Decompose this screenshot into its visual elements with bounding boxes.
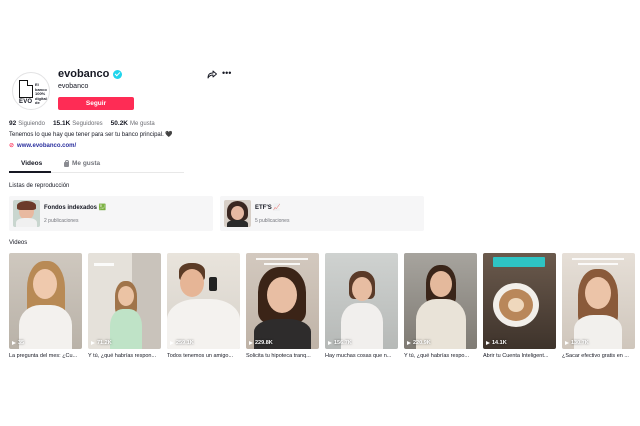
video-views: 156.7K [328,340,352,346]
video-views: 130.7K [565,340,589,346]
play-icon [249,341,253,345]
video-views: 71.2K [91,340,112,346]
videos-title: Videos [9,240,28,246]
profile-link[interactable]: ⊘ www.evobanco.com/ [9,142,76,150]
video-thumbnail: 220.9K [404,253,477,349]
tab-videos[interactable]: Videos [21,160,42,167]
video-thumbnail: 259.1K [167,253,240,349]
video-thumbnail: 71.2K [88,253,161,349]
play-icon [170,341,174,345]
video-card[interactable]: 71.2K Y tú, ¿qué habrías respon... [88,253,161,359]
stat-value: 50.2K [110,120,129,127]
avatar-logo-text: EVO [19,99,33,105]
profile-bio: Tenemos lo que hay que tener para ser tu… [9,132,173,138]
video-card[interactable]: 130.7K ¿Sacar efectivo gratis en ... [562,253,635,359]
profile-nickname: evobanco [58,83,89,90]
stat-label: Siguiendo [18,121,45,127]
play-icon [91,341,95,345]
tab-me-gusta[interactable]: Me gusta [64,159,101,167]
link-icon: ⊘ [9,143,15,149]
video-views: 259.1K [170,340,194,346]
playlist-title: Fondos indexados 💹 [44,205,107,211]
video-card[interactable]: 220.9K Y tú, ¿qué habrías respo... [404,253,477,359]
video-thumbnail: 156.7K [325,253,398,349]
video-views: 220.9K [407,340,431,346]
video-thumbnail: 229.8K [246,253,319,349]
stat-value: 15.1K [52,120,71,127]
more-dots-icon[interactable]: ••• [222,69,234,79]
play-icon [12,341,16,345]
video-thumbnail: 130.7K [562,253,635,349]
avatar-logo-side-text: El banco 100% digital de [35,82,47,105]
video-card[interactable]: 156.7K Hay muchas cosas que n... [325,253,398,359]
video-caption: Todos tenemos un amigo... [167,353,234,359]
video-card[interactable]: 35 La pregunta del mes: ¿Cu... [9,253,82,359]
username-row: evobanco [58,68,123,80]
lock-icon [64,159,70,167]
stat-label: Me gusta [130,121,155,127]
play-icon [486,341,490,345]
video-thumbnail: 35 [9,253,82,349]
stat-label: Seguidores [72,121,103,127]
video-caption: La pregunta del mes: ¿Cu... [9,353,78,359]
tab-label: Videos [21,160,43,167]
video-caption: Solicita tu hipoteca tranq... [246,353,311,359]
play-icon [328,341,332,345]
video-card[interactable]: 259.1K Todos tenemos un amigo... [167,253,240,359]
video-caption: Hay muchas cosas que n... [325,353,392,359]
play-icon [407,341,411,345]
playlist-card[interactable]: Fondos indexados 💹 2 publicaciones [9,196,213,231]
share-arrow-icon[interactable] [207,70,217,79]
playlists-title: Listas de reproducción [9,183,70,189]
video-caption: ¿Sacar efectivo gratis en ... [562,353,629,359]
profile-header: EVO El banco 100% digital de evobanco ev… [8,68,628,110]
video-views: 35 [12,340,24,346]
video-caption: Y tú, ¿qué habrías respo... [404,353,470,359]
stat-value: 92 [9,120,17,127]
video-caption: Abrir tu Cuenta Inteligent... [483,353,549,359]
playlist-thumbnail [13,200,40,227]
avatar[interactable]: EVO El banco 100% digital de [12,72,50,110]
tab-active-indicator [9,171,51,173]
play-icon [565,341,569,345]
verified-check-icon [113,69,123,79]
video-caption: Y tú, ¿qué habrías respon... [88,353,157,359]
evo-logo-mark [19,80,33,98]
stat-likes: 50.2K Me gusta [111,120,155,127]
follow-button[interactable]: Seguir [58,97,134,110]
playlist-title: ETF'S 📈 [255,205,281,211]
tab-label: Me gusta [72,160,101,167]
profile-tabs: Videos Me gusta [9,158,184,173]
playlist-card[interactable]: ETF'S 📈 5 publicaciones [220,196,424,231]
profile-link-text[interactable]: www.evobanco.com/ [17,143,76,149]
playlist-count: 2 publicaciones [44,218,79,224]
video-views: 229.8K [249,340,273,346]
stat-followers[interactable]: 15.1K Seguidores [53,120,103,127]
profile-username: evobanco [58,68,110,80]
stat-following[interactable]: 92 Siguiendo [9,120,45,127]
video-card[interactable]: 14.1K Abrir tu Cuenta Inteligent... [483,253,556,359]
playlist-thumbnail [224,200,251,227]
video-views: 14.1K [486,340,507,346]
video-thumbnail: 14.1K [483,253,556,349]
playlist-count: 5 publicaciones [255,218,290,224]
profile-stats: 92 Siguiendo 15.1K Seguidores 50.2K Me gust… [9,120,155,127]
video-card[interactable]: 229.8K Solicita tu hipoteca tranq... [246,253,319,359]
